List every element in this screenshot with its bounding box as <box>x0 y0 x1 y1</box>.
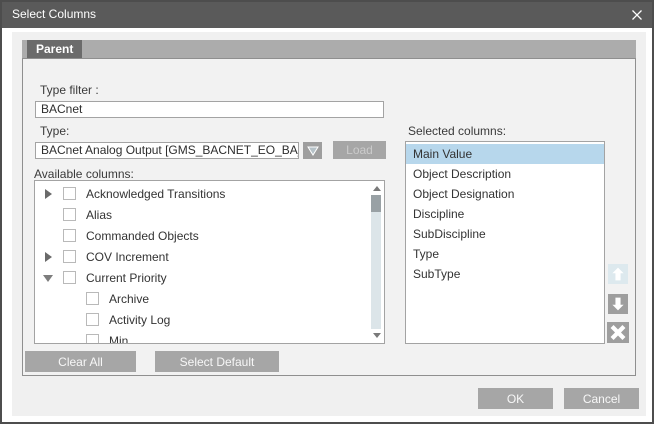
tab-content: Type filter : BACnet Type: BACnet Analog… <box>22 58 636 376</box>
tree-item[interactable]: Alias <box>35 204 369 225</box>
tab-strip: Parent <box>22 40 636 58</box>
checkbox[interactable] <box>63 250 76 263</box>
select-default-button[interactable]: Select Default <box>155 351 279 372</box>
selected-column-item[interactable]: SubType <box>406 264 604 284</box>
selected-column-item[interactable]: Object Designation <box>406 184 604 204</box>
selected-columns-label: Selected columns: <box>408 124 506 138</box>
tree-item-label: Acknowledged Transitions <box>86 187 225 201</box>
tree-item-label: Activity Log <box>109 313 170 327</box>
type-filter-label: Type filter : <box>40 83 99 97</box>
checkbox[interactable] <box>86 313 99 326</box>
scroll-up-icon[interactable] <box>373 186 381 191</box>
cancel-button[interactable]: Cancel <box>564 388 639 409</box>
type-label: Type: <box>40 124 69 138</box>
load-button[interactable]: Load <box>333 141 386 159</box>
tree-item-label: COV Increment <box>86 250 169 264</box>
selected-column-item[interactable]: Type <box>406 244 604 264</box>
dialog-body: Parent Type filter : BACnet Type: BACnet… <box>12 32 646 416</box>
checkbox[interactable] <box>63 229 76 242</box>
selected-column-item[interactable]: Discipline <box>406 204 604 224</box>
expander-spacer <box>66 293 78 305</box>
checkbox[interactable] <box>63 208 76 221</box>
scrollbar-track[interactable] <box>371 195 381 329</box>
tree-item[interactable]: Acknowledged Transitions <box>35 183 369 204</box>
checkbox[interactable] <box>86 292 99 305</box>
selected-column-item[interactable]: Main Value <box>406 144 604 164</box>
tree-item[interactable]: Activity Log <box>35 309 369 330</box>
arrow-down-icon <box>610 296 626 312</box>
tree-item-label: Alias <box>86 208 112 222</box>
tree-item-label: Archive <box>109 292 149 306</box>
available-columns-label: Available columns: <box>34 167 134 181</box>
available-columns-rows: Acknowledged Transitions Alias Commanded O… <box>35 183 369 343</box>
tree-item-label: Commanded Objects <box>86 229 199 243</box>
scrollbar[interactable] <box>370 182 383 342</box>
clear-all-button[interactable]: Clear All <box>25 351 136 372</box>
checkbox[interactable] <box>63 187 76 200</box>
remove-x-icon <box>609 324 627 341</box>
tree-item[interactable]: Archive <box>35 288 369 309</box>
available-columns-list[interactable]: Acknowledged Transitions Alias Commanded O… <box>34 180 385 344</box>
chevron-down-icon[interactable] <box>303 142 322 159</box>
type-combo-input[interactable]: BACnet Analog Output [GMS_BACNET_EO_BA_A… <box>35 142 299 159</box>
checkbox[interactable] <box>86 334 99 344</box>
selected-column-item[interactable]: SubDiscipline <box>406 224 604 244</box>
tree-item[interactable]: COV Increment <box>35 246 369 267</box>
expander-spacer <box>66 335 78 345</box>
expander-spacer <box>43 209 55 221</box>
tab-parent[interactable]: Parent <box>27 40 82 58</box>
dialog-title: Select Columns <box>12 2 96 27</box>
expander-spacer <box>66 314 78 326</box>
arrow-up-icon <box>610 266 626 282</box>
tree-item-label: Min <box>109 334 128 345</box>
scroll-down-icon[interactable] <box>373 333 381 338</box>
titlebar: Select Columns <box>2 2 652 28</box>
type-filter-input[interactable]: BACnet <box>35 101 384 118</box>
remove-column-button[interactable] <box>607 322 629 343</box>
selected-columns-list[interactable]: Main ValueObject DescriptionObject Desig… <box>405 141 605 344</box>
select-columns-dialog: Select Columns Parent Type filter : BACn… <box>0 0 654 424</box>
checkbox[interactable] <box>63 271 76 284</box>
expander-spacer <box>43 230 55 242</box>
tree-item-label: Current Priority <box>86 271 167 285</box>
tree-item[interactable]: Commanded Objects <box>35 225 369 246</box>
expand-icon[interactable] <box>43 251 55 263</box>
move-down-button[interactable] <box>608 294 628 314</box>
selected-column-item[interactable]: Object Description <box>406 164 604 184</box>
collapse-icon[interactable] <box>43 272 55 284</box>
close-icon[interactable] <box>629 7 645 23</box>
ok-button[interactable]: OK <box>478 388 553 409</box>
expand-icon[interactable] <box>43 188 55 200</box>
tree-item[interactable]: Min <box>35 330 369 344</box>
scrollbar-thumb[interactable] <box>371 195 381 212</box>
move-up-button[interactable] <box>608 264 628 284</box>
tree-item[interactable]: Current Priority <box>35 267 369 288</box>
